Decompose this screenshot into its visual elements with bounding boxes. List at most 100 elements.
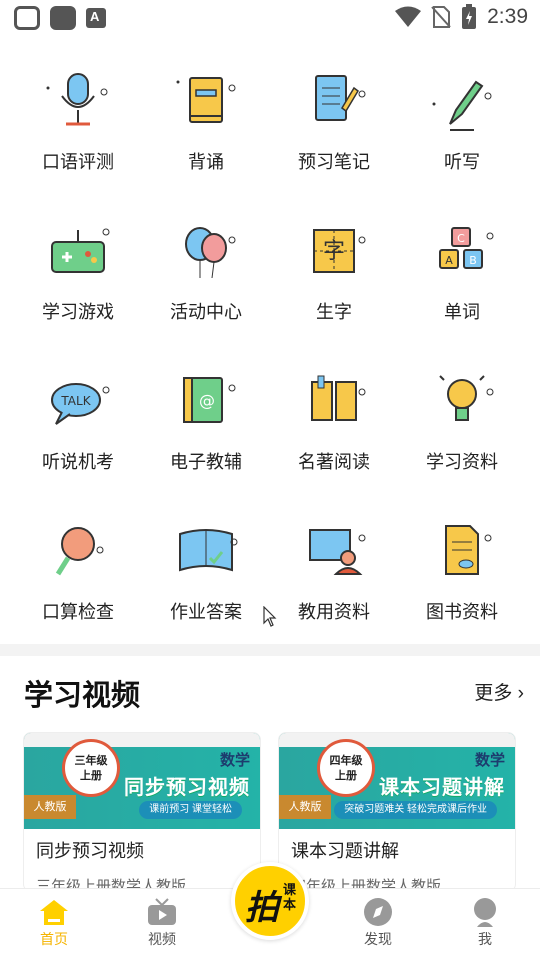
document-icon	[445, 525, 492, 575]
svg-text:B: B	[469, 254, 477, 267]
grid-item-oral-test[interactable]: 口语评测	[14, 68, 142, 188]
grid-item-new-characters[interactable]: 字 生字	[270, 218, 398, 338]
video-title: 同步预习视频	[36, 841, 144, 861]
grid-item-label: 图书资料	[426, 602, 498, 622]
app-notification-icon	[50, 6, 76, 30]
grid-item-label: 生字	[316, 302, 352, 322]
answer-book-icon	[179, 529, 238, 572]
clock: 2:39	[487, 5, 528, 28]
grid-item-label: 听写	[444, 152, 480, 172]
grid-item-label: 电子教辅	[170, 452, 242, 472]
grid-item-label: 背诵	[188, 152, 224, 172]
grid-item-label: 教用资料	[298, 602, 370, 622]
subject-label: 数学	[474, 752, 505, 769]
tab-home[interactable]: 首页	[14, 897, 94, 949]
video-card[interactable]: 三年级 上册 数学 同步预习视频 人教版 课前预习 课堂轻松 同步预习视频 三年级…	[23, 732, 261, 892]
svg-text:C: C	[457, 232, 465, 245]
svg-text:字: 字	[323, 239, 345, 264]
grid-item-label: 听说机考	[42, 452, 114, 472]
keyboard-notification-icon	[86, 8, 106, 28]
home-icon	[40, 900, 68, 925]
tab-discover[interactable]: 发现	[338, 897, 418, 949]
abc-blocks-icon: CA B	[439, 227, 494, 269]
grid-item-learning-games[interactable]: 学习游戏	[14, 218, 142, 338]
thumbnail-band	[279, 733, 515, 747]
video-card[interactable]: 四年级 上册 数学 课本习题讲解 人教版 突破习题难关 轻松完成课后作业 课本习题…	[278, 732, 516, 892]
grid-item-homework-answers[interactable]: 作业答案	[142, 518, 270, 638]
video-thumbnail: 三年级 上册 数学 同步预习视频 人教版 课前预习 课堂轻松	[24, 733, 260, 829]
tv-icon	[148, 898, 176, 925]
grid-item-listening-speaking-exam[interactable]: TALK 听说机考	[14, 368, 142, 488]
chevron-right-icon: ›	[517, 683, 524, 704]
thumbnail-heading: 同步预习视频	[124, 777, 250, 799]
grid-item-book-materials[interactable]: 图书资料	[398, 518, 526, 638]
grade-badge: 三年级 上册	[62, 739, 120, 797]
grid-item-teaching-materials[interactable]: 教用资料	[270, 518, 398, 638]
grid-item-label: 单词	[444, 302, 480, 322]
tab-label: 发现	[364, 931, 392, 947]
address-book-icon: @	[183, 377, 236, 423]
grid-item-label: 预习笔记	[298, 152, 370, 172]
character-card-icon: 字	[313, 229, 366, 273]
grid-item-e-tutoring[interactable]: @ 电子教辅	[142, 368, 270, 488]
video-thumbnail: 四年级 上册 数学 课本习题讲解 人教版 突破习题难关 轻松完成课后作业	[279, 733, 515, 829]
battery-charging-icon	[462, 4, 477, 29]
scan-button-main-label: 拍	[245, 889, 279, 927]
gamepad-icon	[51, 228, 110, 273]
grid-item-words[interactable]: CA B 单词	[398, 218, 526, 338]
open-book-icon	[311, 375, 366, 421]
scan-textbook-button[interactable]: 拍 课本	[231, 862, 309, 940]
microphone-icon	[46, 73, 108, 126]
balloons-icon	[185, 227, 236, 279]
more-label: 更多	[474, 683, 513, 704]
grid-item-preview-notes[interactable]: 预习笔记	[270, 68, 398, 188]
grid-item-recite[interactable]: 背诵	[142, 68, 270, 188]
talk-bubble-icon: TALK	[51, 383, 110, 425]
status-bar: 2:39	[0, 0, 540, 36]
grid-item-label: 学习游戏	[42, 302, 114, 322]
slogan-pill: 课前预习 课堂轻松	[139, 801, 242, 819]
wifi-icon	[395, 6, 422, 27]
more-link[interactable]: 更多 ›	[474, 678, 524, 705]
section-divider	[0, 644, 540, 656]
svg-text:@: @	[199, 391, 215, 410]
notification-icon	[14, 6, 40, 30]
section-title: 学习视频	[24, 680, 141, 712]
grid-item-label: 学习资料	[426, 452, 498, 472]
grid-item-label: 名著阅读	[298, 452, 370, 472]
thumbnail-band	[24, 733, 260, 747]
lightbulb-icon	[439, 375, 494, 421]
grid-item-label: 活动中心	[170, 302, 242, 322]
tab-label: 我	[478, 931, 492, 947]
grade-badge: 四年级 上册	[317, 739, 375, 797]
thumbnail-heading: 课本习题讲解	[379, 777, 505, 799]
grid-item-dictation[interactable]: 听写	[398, 68, 526, 188]
grid-item-classics-reading[interactable]: 名著阅读	[270, 368, 398, 488]
mouse-cursor-icon	[263, 606, 277, 627]
grid-item-label: 作业答案	[170, 602, 242, 622]
scan-button-side-label: 课本	[283, 882, 297, 912]
book-icon	[176, 77, 236, 123]
tab-me[interactable]: 我	[445, 897, 525, 949]
user-icon	[474, 898, 496, 927]
tab-video[interactable]: 视频	[122, 897, 202, 949]
grid-item-activity-center[interactable]: 活动中心	[142, 218, 270, 338]
grid-item-mental-math-check[interactable]: 口算检查	[14, 518, 142, 638]
edition-tag: 人教版	[24, 795, 76, 819]
video-title: 课本习题讲解	[291, 841, 399, 861]
grid-item-label: 口语评测	[42, 152, 114, 172]
slogan-pill: 突破习题难关 轻松完成课后作业	[334, 801, 497, 819]
svg-text:A: A	[445, 254, 453, 267]
compass-icon	[364, 898, 392, 926]
tab-label: 视频	[148, 931, 176, 947]
subject-label: 数学	[219, 752, 250, 769]
notebook-pencil-icon	[315, 75, 366, 121]
pen-icon	[432, 80, 492, 131]
grid-item-label: 口算检查	[42, 602, 114, 622]
svg-text:TALK: TALK	[60, 394, 91, 408]
grid-item-study-materials[interactable]: 学习资料	[398, 368, 526, 488]
tab-label: 首页	[40, 931, 68, 947]
edition-tag: 人教版	[279, 795, 331, 819]
magnifier-icon	[55, 527, 104, 576]
no-sim-icon	[431, 6, 451, 28]
